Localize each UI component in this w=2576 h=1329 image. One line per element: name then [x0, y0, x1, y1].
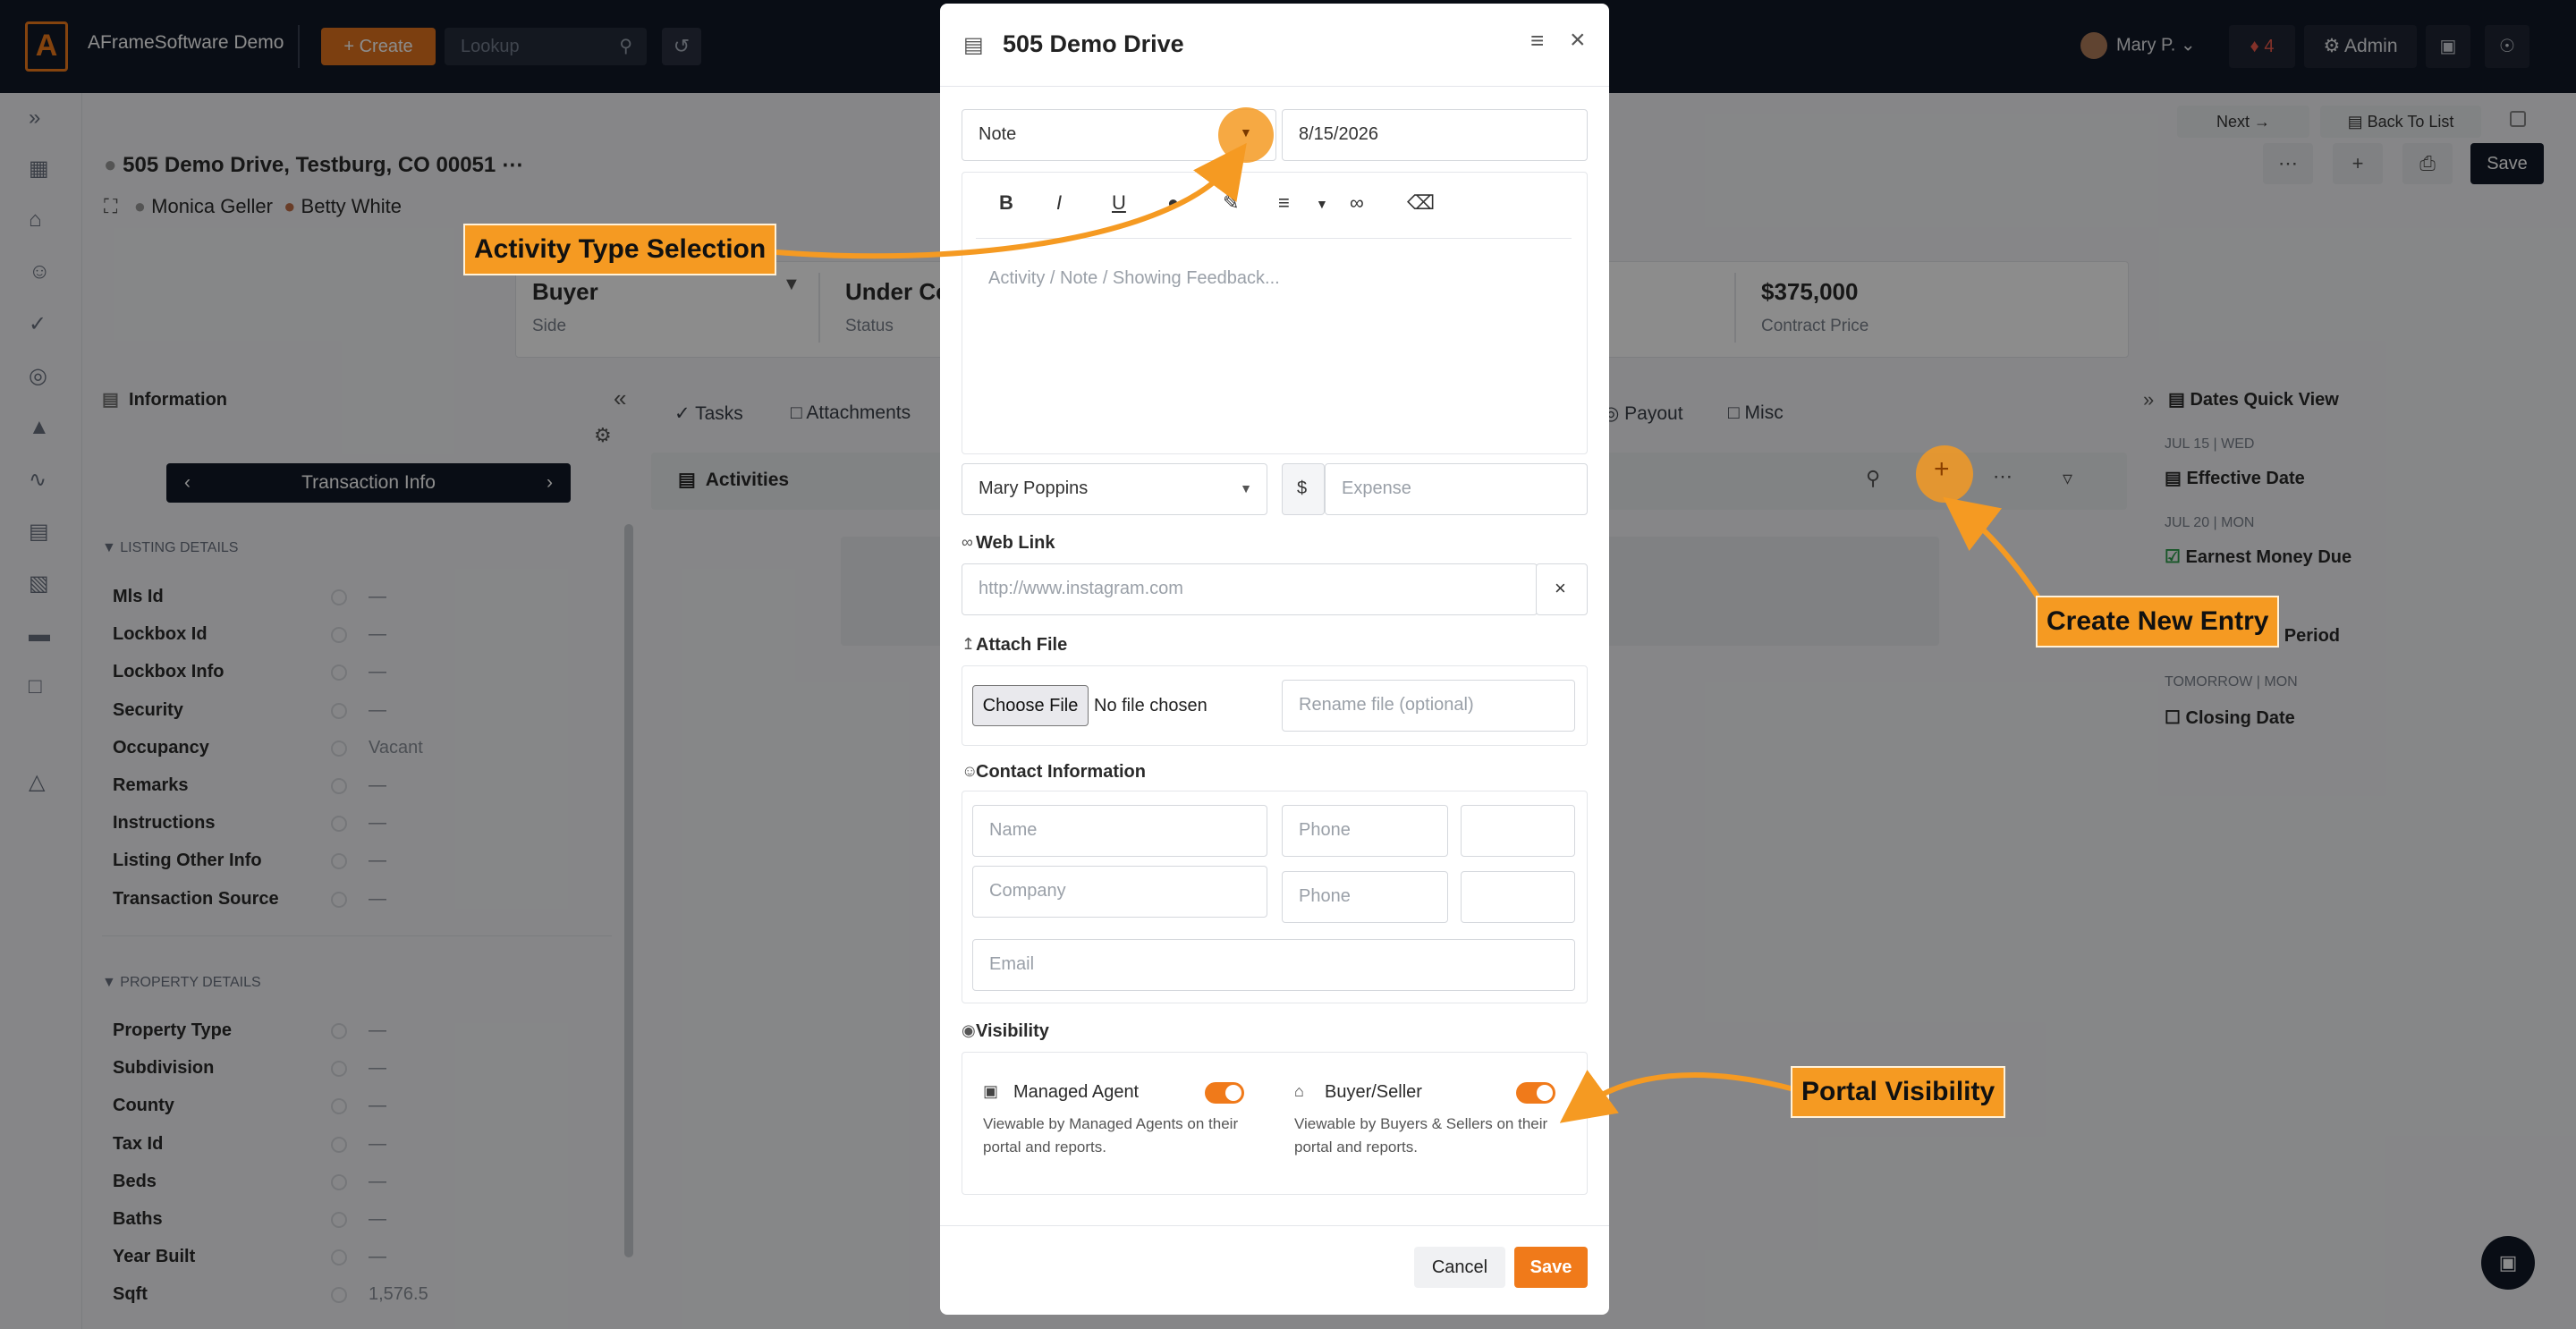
callout-create-new: Create New Entry — [2036, 596, 2280, 648]
callout-portal-visibility: Portal Visibility — [1791, 1066, 2006, 1118]
callout-activity-type: Activity Type Selection — [463, 224, 777, 275]
annotation-arrows — [775, 142, 2042, 1123]
